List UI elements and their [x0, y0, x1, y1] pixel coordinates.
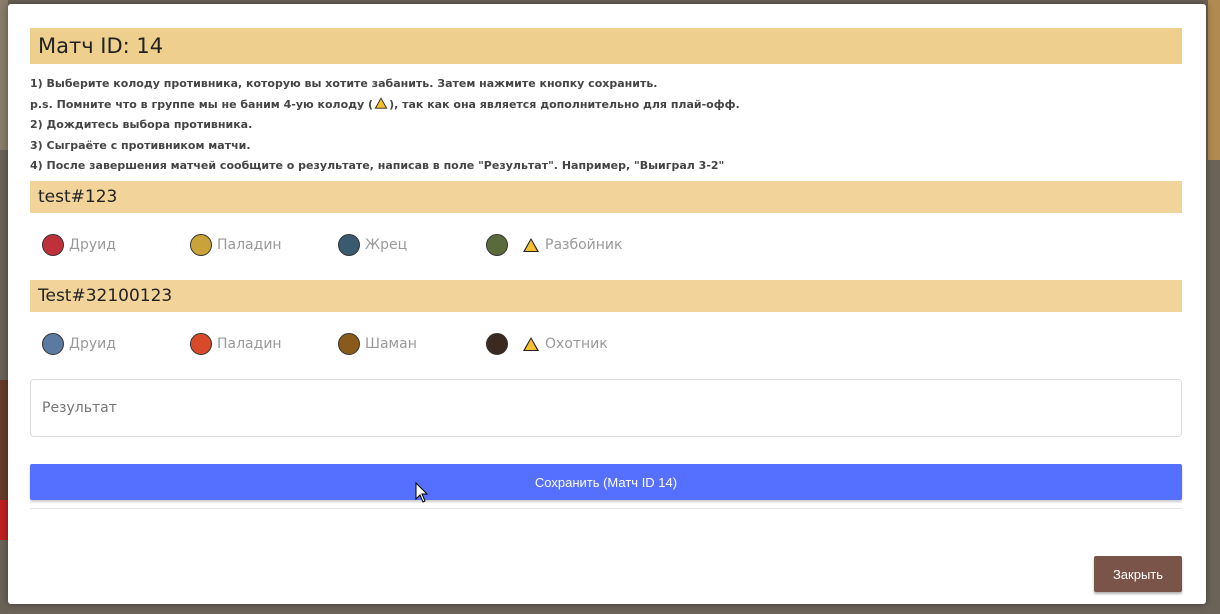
backdrop: [0, 0, 8, 150]
backdrop: [1208, 0, 1220, 160]
instruction-1: 1) Выберите колоду противника, которую в…: [30, 77, 658, 90]
player-2-decks: Друид Паладин Шаман Охотник: [42, 333, 634, 355]
modal-title: Матч ID: 14: [30, 28, 1182, 64]
result-input[interactable]: [30, 379, 1182, 437]
instruction-2: 2) Дождитесь выбора противника.: [30, 118, 253, 131]
deck-label: Охотник: [545, 336, 608, 352]
deck-priest[interactable]: Жрец: [338, 234, 486, 256]
druid-icon: [42, 234, 64, 256]
player-1-decks: Друид Паладин Жрец Разбойник: [42, 234, 634, 256]
deck-label: Паладин: [217, 336, 282, 352]
deck-label: Друид: [69, 336, 116, 352]
warning-icon: [523, 337, 539, 351]
deck-druid[interactable]: Друид: [42, 234, 190, 256]
deck-druid[interactable]: Друид: [42, 333, 190, 355]
ps-text-b: ), так как она является дополнительно дл…: [389, 97, 740, 111]
ps-text-a: p.s. Помните что в группе мы не баним 4-…: [30, 97, 374, 111]
instructions: 1) Выберите колоду противника, которую в…: [30, 74, 740, 177]
deck-label: Жрец: [365, 237, 408, 253]
player-name: test#123: [30, 181, 1182, 213]
backdrop: [0, 500, 8, 540]
hunter-icon: [486, 333, 508, 355]
match-modal: Матч ID: 14 1) Выберите колоду противник…: [8, 4, 1206, 604]
shaman-icon: [338, 333, 360, 355]
rogue-icon: [486, 234, 508, 256]
instruction-ps: p.s. Помните что в группе мы не баним 4-…: [30, 95, 740, 116]
paladin-icon: [190, 234, 212, 256]
priest-icon: [338, 234, 360, 256]
deck-label: Шаман: [365, 336, 417, 352]
druid-icon: [42, 333, 64, 355]
save-button[interactable]: Сохранить (Матч ID 14): [30, 464, 1182, 500]
warning-icon: [374, 96, 388, 109]
mouse-cursor-icon: [415, 482, 429, 503]
paladin-icon: [190, 333, 212, 355]
divider: [30, 508, 1182, 509]
deck-shaman[interactable]: Шаман: [338, 333, 486, 355]
backdrop: [0, 380, 8, 500]
deck-paladin[interactable]: Паладин: [190, 234, 338, 256]
deck-rogue[interactable]: Разбойник: [486, 234, 634, 256]
instruction-3: 3) Сыграёте с противником матчи.: [30, 138, 251, 152]
deck-label: Паладин: [217, 237, 282, 253]
deck-label: Друид: [69, 237, 116, 253]
deck-hunter[interactable]: Охотник: [486, 333, 634, 355]
warning-icon: [523, 238, 539, 252]
close-button[interactable]: Закрыть: [1094, 556, 1182, 592]
deck-label: Разбойник: [545, 237, 623, 253]
deck-paladin[interactable]: Паладин: [190, 333, 338, 355]
instruction-4: 4) После завершения матчей сообщите о ре…: [30, 159, 725, 172]
player-name: Test#32100123: [30, 280, 1182, 312]
